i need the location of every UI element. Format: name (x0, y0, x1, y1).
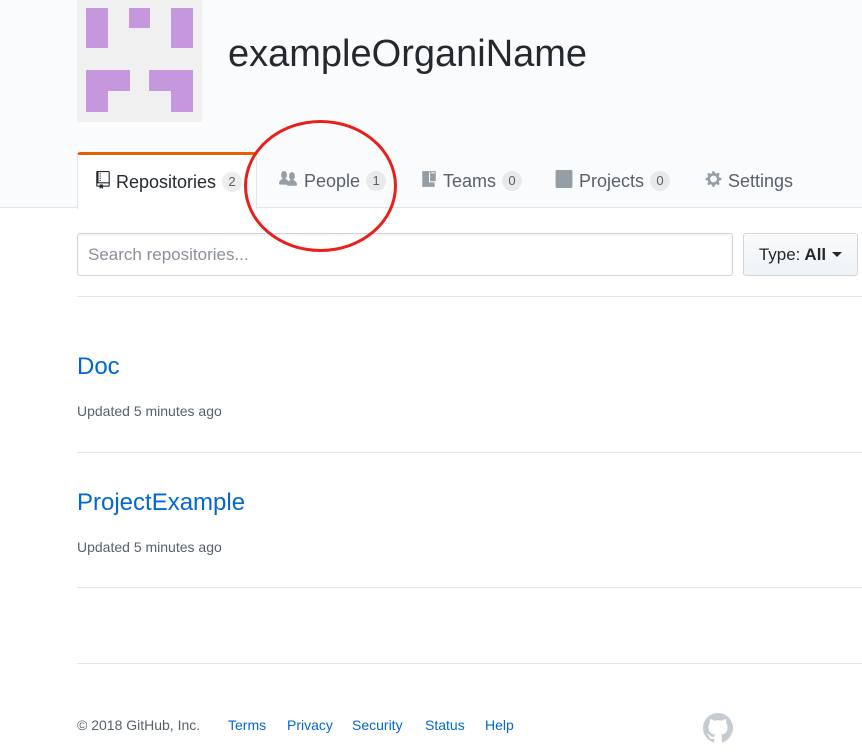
footer-link-status[interactable]: Status (425, 717, 465, 733)
divider (77, 587, 862, 588)
avatar-block (129, 8, 150, 28)
footer-link-security[interactable]: Security (352, 717, 403, 733)
people-count-badge: 1 (366, 171, 387, 191)
projects-count-badge: 0 (650, 171, 671, 191)
teams-icon (421, 170, 437, 193)
tab-teams[interactable]: Teams 0 (421, 153, 523, 209)
footer-link-privacy[interactable]: Privacy (287, 717, 333, 733)
tab-settings[interactable]: Settings (705, 153, 793, 209)
chevron-down-icon (832, 252, 843, 257)
footer-link-terms[interactable]: Terms (228, 717, 266, 733)
tab-label: Settings (728, 170, 794, 191)
tab-label: People (304, 170, 361, 191)
people-icon (278, 170, 298, 193)
avatar-block-cut (149, 91, 171, 112)
tab-repositories[interactable]: Repositories 2 (77, 152, 257, 209)
tab-people[interactable]: People 1 (278, 153, 387, 209)
projects-icon (555, 169, 573, 193)
footer-divider (77, 663, 862, 664)
tab-label: Projects (579, 170, 645, 191)
org-name: exampleOrganiName (228, 33, 588, 75)
repo-updated: Updated 5 minutes ago (77, 539, 222, 555)
repo-link-doc[interactable]: Doc (77, 353, 120, 381)
type-filter-button[interactable]: Type: All (743, 233, 858, 276)
footer-copyright: © 2018 GitHub, Inc. (77, 717, 201, 733)
tab-label: Teams (443, 170, 497, 191)
org-header: exampleOrganiName Repositories 2 People … (0, 0, 862, 209)
avatar-block-cut (108, 91, 130, 112)
type-filter-value: All (804, 244, 827, 264)
type-filter-label: Type: (758, 244, 801, 264)
repo-icon (96, 170, 110, 194)
repo-count-badge: 2 (222, 172, 243, 192)
footer-link-help[interactable]: Help (485, 717, 514, 733)
teams-count-badge: 0 (502, 171, 523, 191)
divider (77, 296, 862, 297)
avatar-block (171, 8, 193, 48)
repo-link-projectexample[interactable]: ProjectExample (77, 489, 245, 517)
org-avatar[interactable] (77, 0, 202, 122)
gear-icon (705, 170, 722, 193)
tab-projects[interactable]: Projects 0 (555, 153, 671, 209)
repo-updated: Updated 5 minutes ago (77, 403, 222, 419)
divider (77, 452, 862, 453)
search-input[interactable] (77, 233, 733, 276)
avatar-block (86, 8, 108, 48)
tab-label: Repositories (116, 171, 217, 192)
github-logo-icon[interactable] (703, 713, 733, 743)
